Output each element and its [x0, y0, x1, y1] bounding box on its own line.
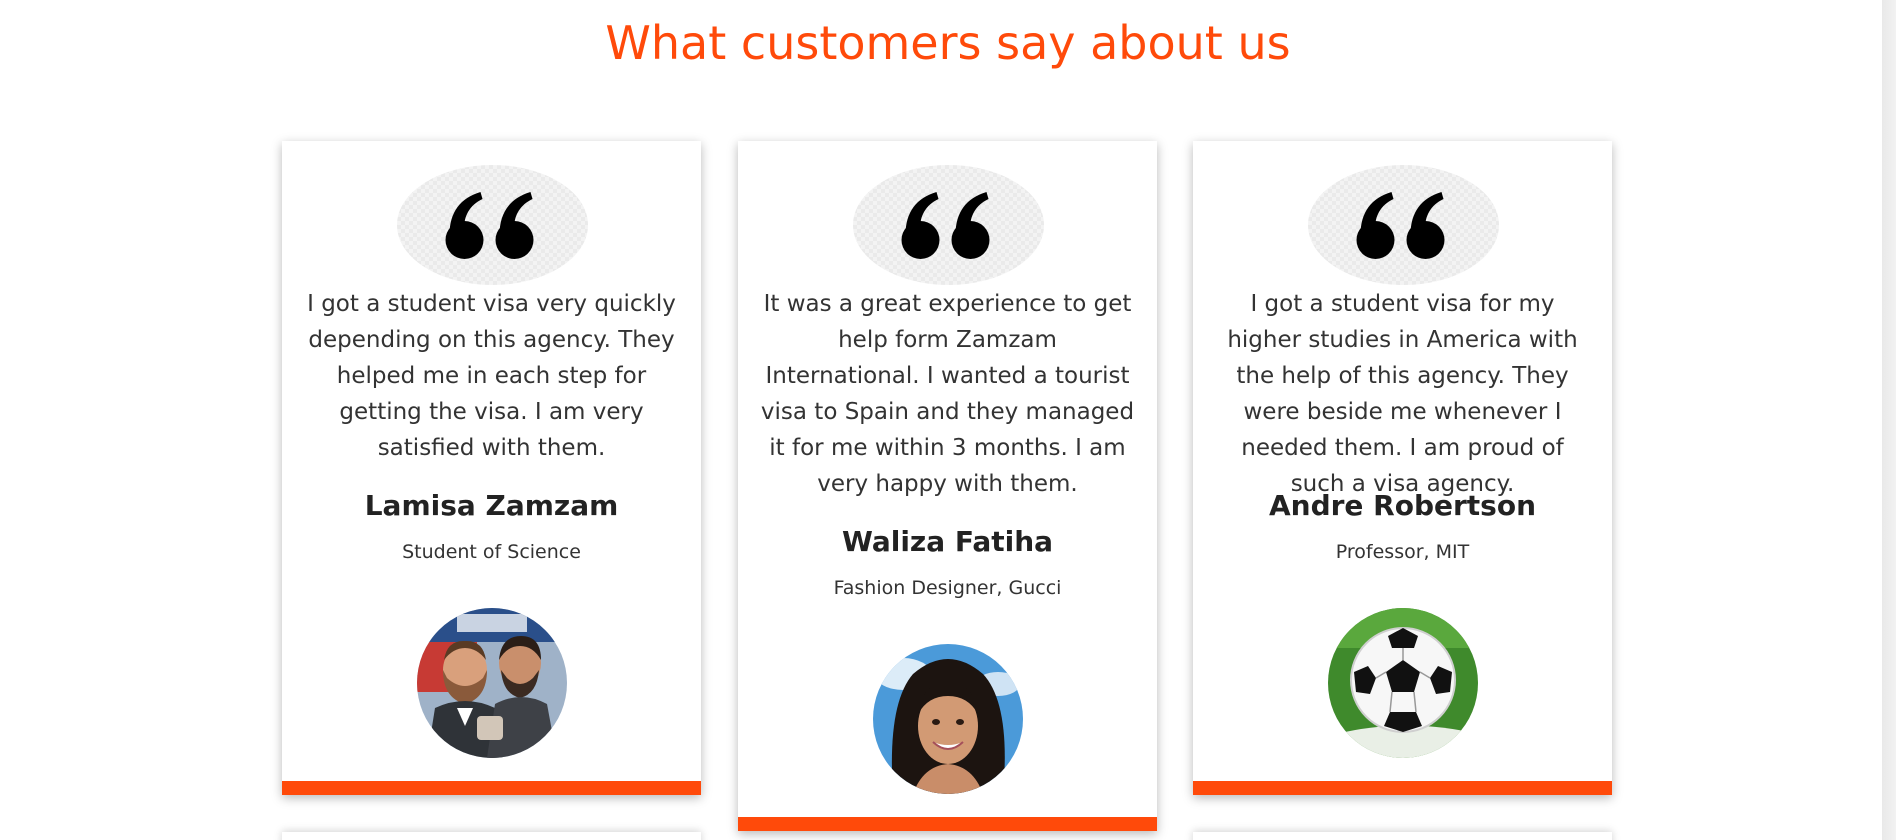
two-men-photo-icon: [417, 608, 567, 758]
testimonial-text: I got a student visa for my higher studi…: [1227, 291, 1578, 497]
card-accent-bar: [282, 781, 701, 795]
testimonial-text: It was a great experience to get help fo…: [760, 291, 1135, 497]
testimonial-card-next-row: [1193, 832, 1612, 840]
testimonial-name: Lamisa Zamzam: [364, 489, 619, 522]
testimonial-name: Waliza Fatiha: [841, 525, 1054, 558]
page-scrollbar[interactable]: [1882, 0, 1896, 840]
double-quote-icon: [397, 165, 588, 285]
section-title: What customers say about us: [605, 16, 1291, 70]
smiling-woman-photo-icon: [873, 644, 1023, 794]
testimonial-card: I got a student visa for my higher studi…: [1193, 141, 1612, 795]
avatar: [873, 644, 1023, 794]
testimonial-name: Andre Robertson: [1268, 489, 1537, 522]
testimonial-card: It was a great experience to get help fo…: [738, 141, 1157, 831]
avatar: [1328, 608, 1478, 758]
testimonial-card: I got a student visa very quickly depend…: [282, 141, 701, 795]
soccer-ball-photo-icon: [1328, 608, 1478, 758]
card-accent-bar: [738, 817, 1157, 831]
double-quote-icon: [853, 165, 1044, 285]
testimonial-role: Professor, MIT: [1335, 541, 1470, 563]
avatar: [417, 608, 567, 758]
testimonial-card-next-row: [282, 832, 701, 840]
card-accent-bar: [1193, 781, 1612, 795]
double-quote-icon: [1308, 165, 1499, 285]
testimonial-role: Student of Science: [402, 541, 581, 563]
testimonial-role: Fashion Designer, Gucci: [833, 577, 1062, 599]
testimonial-text: I got a student visa very quickly depend…: [307, 291, 676, 461]
